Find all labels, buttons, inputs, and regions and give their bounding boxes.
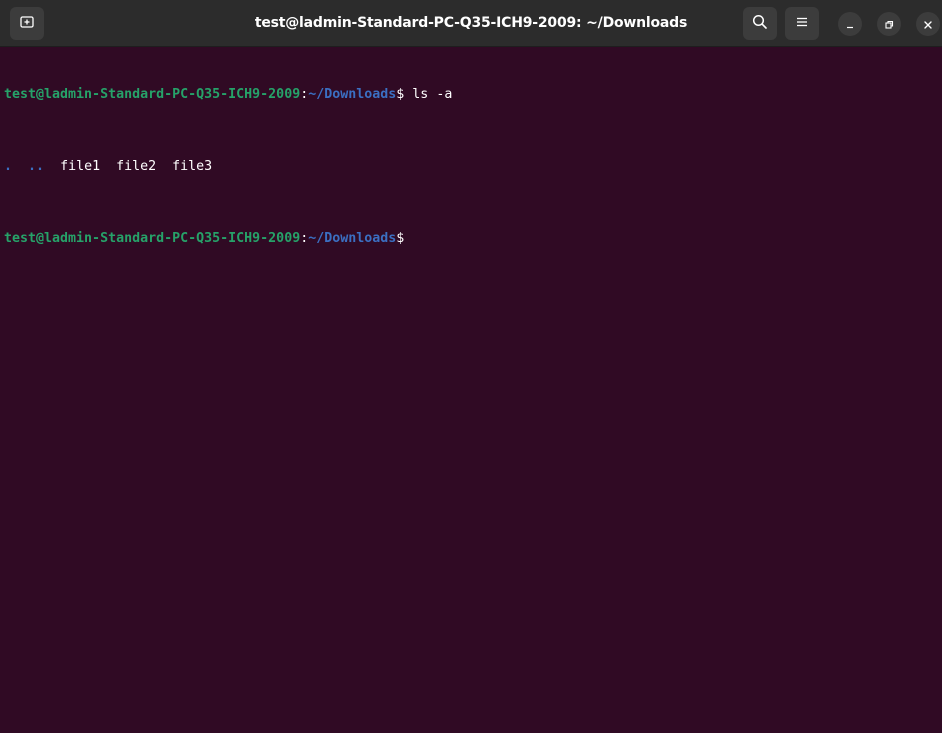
- close-button[interactable]: [916, 12, 940, 36]
- file-entry: file3: [172, 159, 213, 174]
- search-button[interactable]: [743, 7, 777, 40]
- menu-button[interactable]: [785, 7, 819, 40]
- terminal-line: test@ladmin-Standard-PC-Q35-ICH9-2009:~/…: [4, 86, 942, 104]
- minimize-icon: [845, 15, 855, 34]
- restore-button[interactable]: [877, 12, 901, 36]
- terminal-output[interactable]: test@ladmin-Standard-PC-Q35-ICH9-2009:~/…: [0, 48, 942, 733]
- dir-entry: ..: [28, 159, 45, 174]
- file-entry: file2: [116, 159, 157, 174]
- prompt-path: ~/Downloads: [308, 87, 397, 102]
- prompt-path: ~/Downloads: [308, 231, 397, 246]
- title-bar[interactable]: test@ladmin-Standard-PC-Q35-ICH9-2009: ~…: [0, 0, 942, 47]
- command-text: ls -a: [404, 87, 453, 102]
- file-entry: file1: [60, 159, 101, 174]
- prompt-user-host: test@ladmin-Standard-PC-Q35-ICH9-2009: [4, 87, 301, 102]
- terminal-line: . .. file1 file2 file3: [4, 158, 942, 176]
- hamburger-menu-icon: [795, 14, 809, 33]
- search-icon: [752, 14, 768, 34]
- prompt-symbol: $: [396, 231, 405, 246]
- restore-icon: [884, 15, 894, 34]
- new-tab-icon: [20, 14, 34, 33]
- dir-entry: .: [4, 159, 13, 174]
- terminal-window: test@ladmin-Standard-PC-Q35-ICH9-2009: ~…: [0, 0, 942, 733]
- prompt-user-host: test@ladmin-Standard-PC-Q35-ICH9-2009: [4, 231, 301, 246]
- terminal-line: test@ladmin-Standard-PC-Q35-ICH9-2009:~/…: [4, 230, 942, 248]
- window-title: test@ladmin-Standard-PC-Q35-ICH9-2009: ~…: [254, 15, 688, 31]
- close-icon: [923, 15, 933, 34]
- minimize-button[interactable]: [838, 12, 862, 36]
- new-tab-button[interactable]: [10, 7, 44, 40]
